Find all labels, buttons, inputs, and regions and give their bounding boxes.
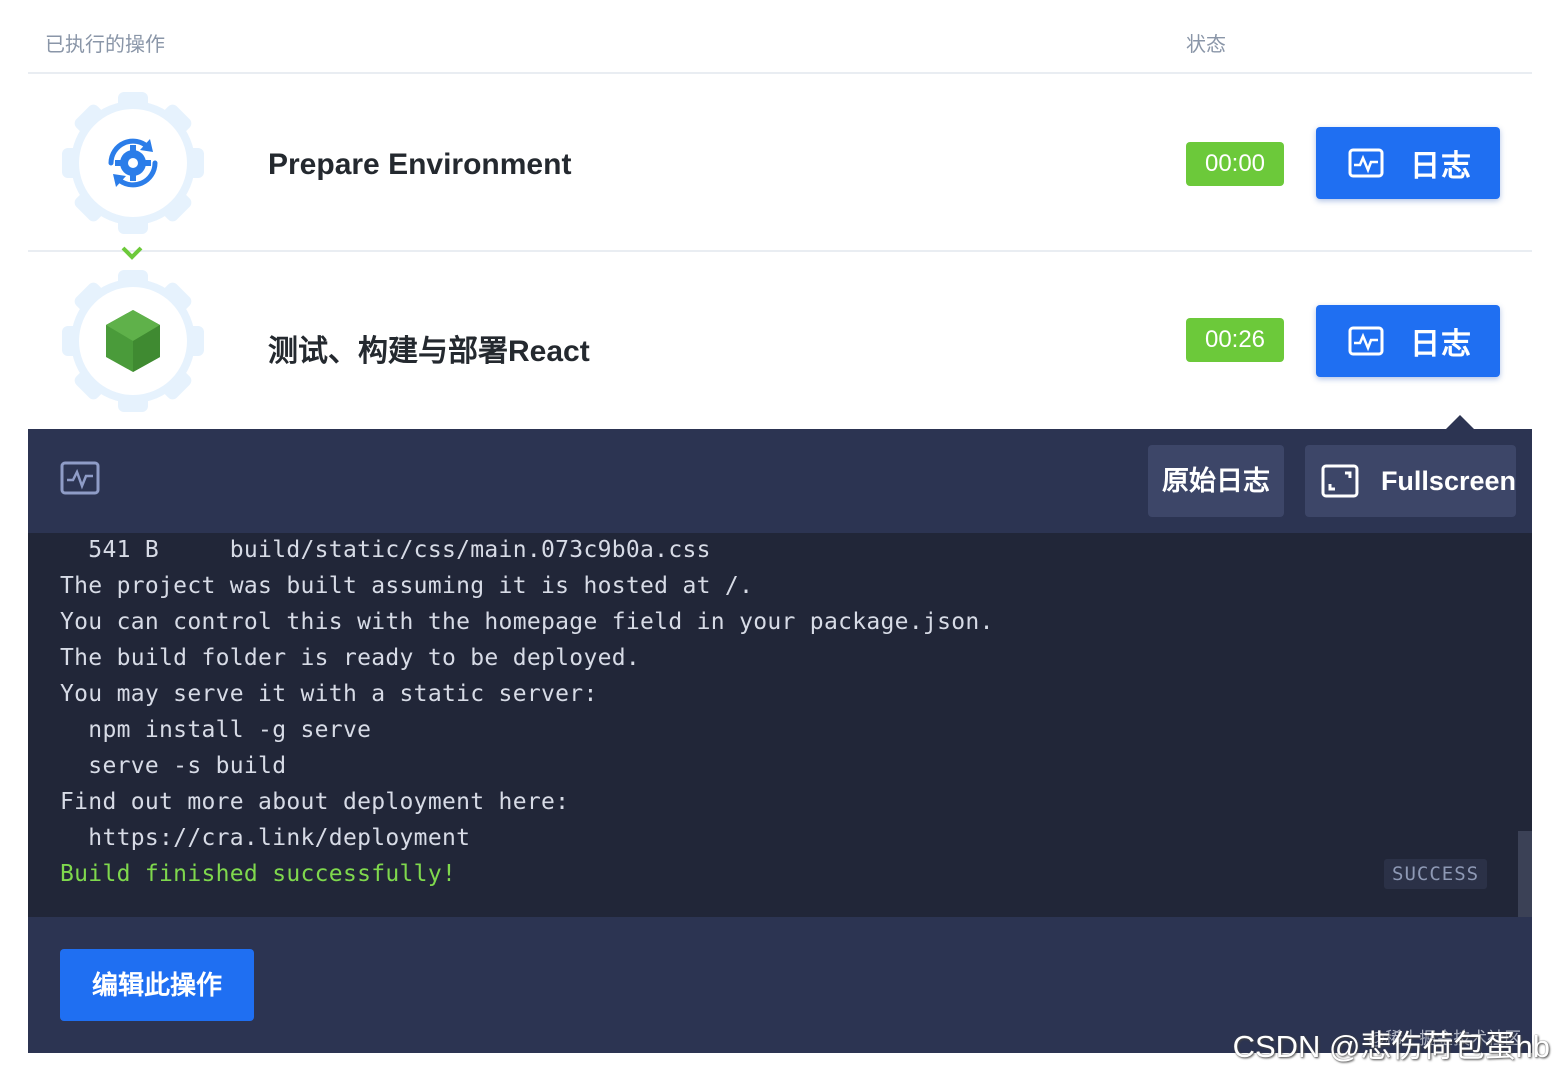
fullscreen-icon (1321, 464, 1359, 498)
edit-action-button[interactable]: 编辑此操作 (60, 949, 254, 1021)
log-button[interactable]: 日志 (1316, 305, 1500, 377)
log-panel: 原始日志 Fullscreen 541 B build/static/css/m… (28, 429, 1532, 1053)
fullscreen-button-label: Fullscreen (1380, 465, 1516, 496)
actions-column-header: 已执行的操作 (45, 34, 165, 56)
log-button-label: 日志 (1410, 328, 1472, 361)
status-badge: SUCCESS (1384, 859, 1488, 889)
log-line: 541 B build/static/css/main.073c9b0a.css (60, 537, 711, 563)
step-name: Prepare Environment (268, 148, 572, 181)
log-line: The project was built assuming it is hos… (60, 573, 754, 599)
log-line-success: Build finished successfully! (60, 861, 457, 887)
log-line: You can control this with the homepage f… (60, 609, 994, 635)
step-row-prepare-environment: Prepare Environment 00:00 日志 (28, 76, 1532, 252)
log-button-label: 日志 (1410, 150, 1472, 183)
log-button[interactable]: 日志 (1316, 127, 1500, 199)
terminal-scrollbar[interactable] (1518, 831, 1532, 917)
activity-icon (1348, 148, 1384, 178)
raw-log-button[interactable]: 原始日志 (1148, 445, 1284, 517)
watermark: CSDN @悲伤荷包蛋hb (1232, 1029, 1550, 1064)
step-name: 测试、构建与部署React (268, 335, 590, 368)
log-terminal[interactable]: 541 B build/static/css/main.073c9b0a.css… (28, 533, 1532, 917)
table-header: 已执行的操作 状态 (28, 0, 1532, 74)
log-line: serve -s build (60, 753, 287, 779)
log-line: You may serve it with a static server: (60, 681, 598, 707)
duration-badge: 00:26 (1186, 318, 1284, 362)
log-line: https://cra.link/deployment (60, 825, 471, 851)
gear-sync-icon (62, 92, 204, 234)
panel-pointer (1446, 415, 1474, 429)
activity-icon (1348, 326, 1384, 356)
fullscreen-button[interactable]: Fullscreen (1305, 445, 1516, 517)
step-row-test-build-deploy: 测试、构建与部署React 00:26 日志 (28, 254, 1532, 428)
activity-icon (60, 461, 100, 495)
log-line: The build folder is ready to be deployed… (60, 645, 641, 671)
nodejs-hexagon-icon (62, 270, 204, 412)
log-line: Find out more about deployment here: (60, 789, 570, 815)
log-line: npm install -g serve (60, 717, 372, 743)
status-column-header: 状态 (1186, 34, 1226, 56)
duration-badge: 00:00 (1186, 142, 1284, 186)
